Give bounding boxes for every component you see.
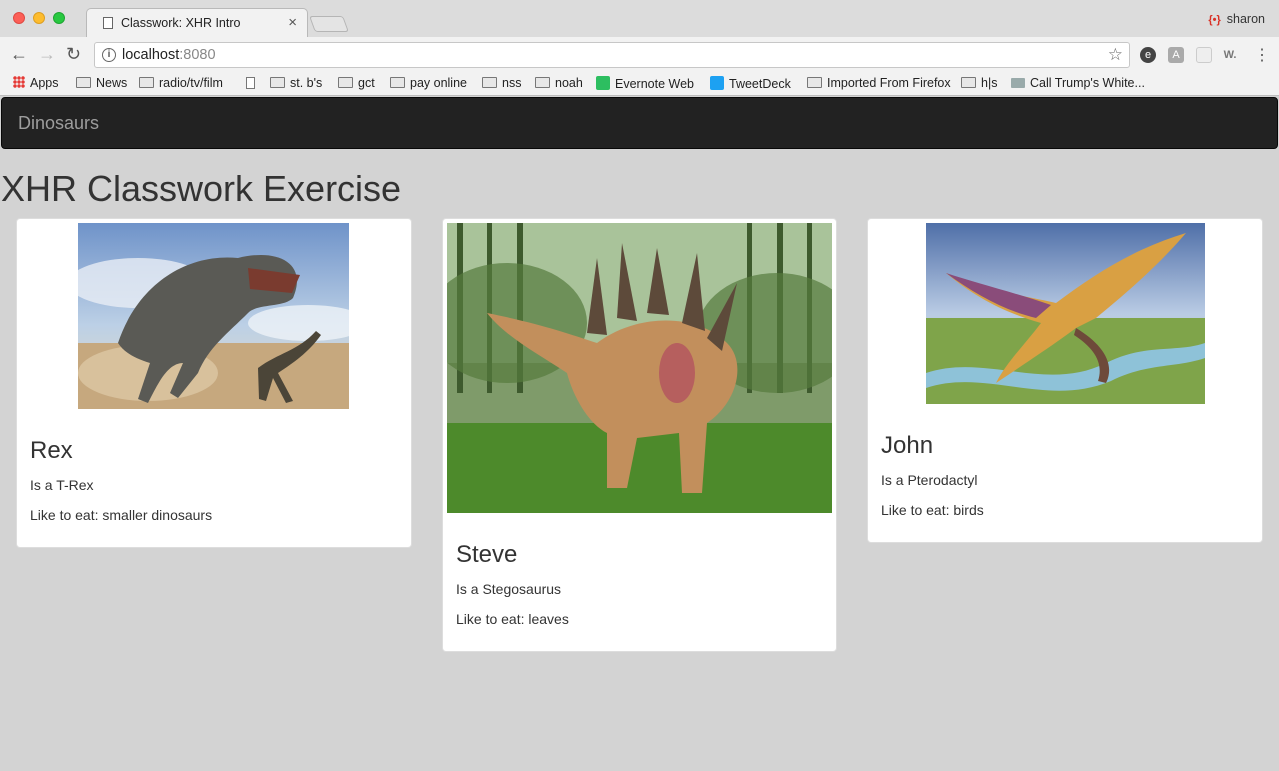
bookmark-label: radio/tv/film <box>159 76 223 90</box>
dinosaur-food: Like to eat: birds <box>881 502 984 518</box>
tweetdeck-icon <box>710 76 724 90</box>
bookmark-evernote-web[interactable]: Evernote Web <box>596 76 694 91</box>
bookmark-st-bs[interactable]: st. b's <box>270 76 322 90</box>
bookmark-pay-online[interactable]: pay online <box>390 76 467 90</box>
dinosaur-type: Is a Pterodactyl <box>881 472 978 488</box>
evernote-extension-icon[interactable]: e <box>1140 47 1156 63</box>
site-navbar: Dinosaurs <box>1 97 1278 149</box>
folder-icon <box>482 77 497 88</box>
bookmark-tweetdeck[interactable]: TweetDeck <box>710 76 791 91</box>
reload-icon[interactable]: ↻ <box>66 44 81 65</box>
bookmark-label: Imported From Firefox <box>827 76 951 90</box>
folder-icon <box>961 77 976 88</box>
bookmark-label: h|s <box>981 76 998 90</box>
page-icon <box>246 77 255 89</box>
bookmarks-bar: Apps News radio/tv/film st. b's gct pay … <box>0 71 1279 96</box>
back-arrow-icon[interactable]: ← <box>10 44 28 65</box>
folder-icon <box>535 77 550 88</box>
bookmark-label: noah <box>555 76 583 90</box>
page-icon <box>103 17 113 29</box>
profile-name: sharon <box>1226 12 1265 26</box>
page-title: XHR Classwork Exercise <box>1 168 402 209</box>
bookmark-page[interactable] <box>246 76 255 90</box>
stegosaurus-image <box>447 223 832 513</box>
bookmark-star-icon[interactable]: ☆ <box>1108 45 1123 65</box>
profile-icon: {•} <box>1208 14 1221 26</box>
extension-icon[interactable] <box>1196 47 1212 63</box>
dinosaur-food: Like to eat: leaves <box>456 611 569 627</box>
extension-icon[interactable]: A <box>1168 47 1184 63</box>
browser-tab[interactable]: Classwork: XHR Intro × <box>86 8 308 38</box>
bookmark-label: Call Trump's White... <box>1030 76 1145 90</box>
dinosaur-type: Is a T-Rex <box>30 477 94 493</box>
dinosaur-name: John <box>881 432 934 459</box>
bookmark-nss[interactable]: nss <box>482 76 521 90</box>
bookmark-call-trump[interactable]: Call Trump's White... <box>1011 76 1145 90</box>
bookmark-label: st. b's <box>290 76 323 90</box>
folder-icon <box>338 77 353 88</box>
folder-icon <box>76 77 91 88</box>
whitehouse-icon <box>1011 78 1025 88</box>
minimize-window-button[interactable] <box>33 12 45 24</box>
url-host: localhost <box>122 47 180 63</box>
bookmark-apps[interactable]: Apps <box>13 76 59 90</box>
folder-icon <box>139 77 154 88</box>
dinosaur-type: Is a Stegosaurus <box>456 581 562 597</box>
dinosaur-food: Like to eat: smaller dinosaurs <box>30 507 213 523</box>
folder-icon <box>807 77 822 88</box>
url-port: :8080 <box>179 47 216 63</box>
address-bar[interactable]: i localhost:8080 ☆ <box>94 42 1130 68</box>
close-window-button[interactable] <box>13 12 25 24</box>
bookmark-label: Evernote Web <box>615 77 694 91</box>
maximize-window-button[interactable] <box>53 12 65 24</box>
dinosaur-name: Rex <box>30 437 73 464</box>
info-icon[interactable]: i <box>102 48 116 62</box>
bookmark-hs[interactable]: h|s <box>961 76 997 90</box>
pterodactyl-image <box>926 223 1205 404</box>
bookmark-radio-tv-film[interactable]: radio/tv/film <box>139 76 223 90</box>
navbar-brand[interactable]: Dinosaurs <box>18 113 99 134</box>
bookmark-news[interactable]: News <box>76 76 127 90</box>
browser-titlebar: Classwork: XHR Intro × {•} sharon <box>0 0 1279 38</box>
bookmark-label: News <box>96 76 128 90</box>
tab-title: Classwork: XHR Intro <box>121 16 241 30</box>
url-text[interactable]: localhost:8080 <box>122 47 216 63</box>
menu-dots-icon[interactable]: ⋮ <box>1254 45 1270 65</box>
close-icon[interactable]: × <box>288 14 297 31</box>
dinosaur-card: Rex Is a T-Rex Like to eat: smaller dino… <box>16 218 412 548</box>
bookmark-gct[interactable]: gct <box>338 76 375 90</box>
bookmark-label: nss <box>502 76 522 90</box>
apps-icon <box>13 76 25 88</box>
t-rex-image <box>78 223 349 409</box>
evernote-icon <box>596 76 610 90</box>
extension-w-icon[interactable]: W. <box>1222 47 1238 63</box>
browser-toolbar: ← → ↻ i localhost:8080 ☆ e A W. ⋮ <box>0 37 1279 71</box>
bookmark-noah[interactable]: noah <box>535 76 583 90</box>
new-tab-button[interactable] <box>309 16 349 32</box>
bookmark-label: gct <box>358 76 375 90</box>
bookmark-label: Apps <box>30 76 59 90</box>
bookmark-label: TweetDeck <box>729 77 791 91</box>
folder-icon <box>270 77 285 88</box>
dinosaur-name: Steve <box>456 541 518 568</box>
profile-button[interactable]: {•} sharon <box>1208 12 1265 26</box>
bookmark-label: pay online <box>410 76 467 90</box>
forward-arrow-icon[interactable]: → <box>38 44 56 65</box>
dinosaur-card: John Is a Pterodactyl Like to eat: birds <box>867 218 1263 543</box>
folder-icon <box>390 77 405 88</box>
bookmark-imported-from-firefox[interactable]: Imported From Firefox <box>807 76 951 90</box>
dinosaur-card: Steve Is a Stegosaurus Like to eat: leav… <box>442 218 837 652</box>
